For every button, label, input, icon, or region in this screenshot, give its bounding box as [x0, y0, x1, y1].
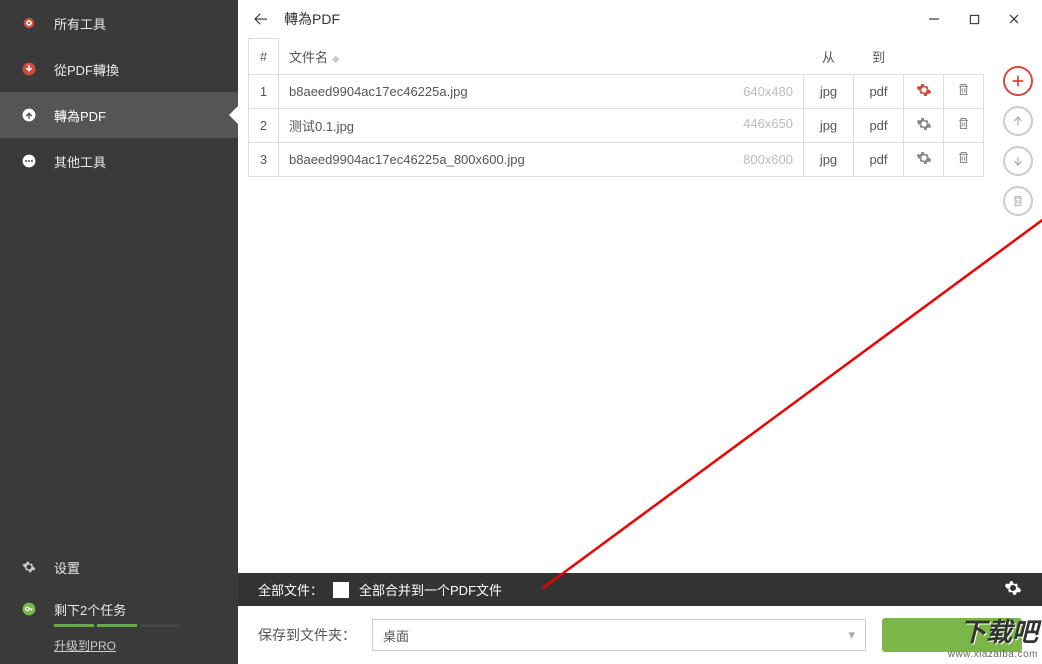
row-filename: b8aeed9904ac17ec46225a_800x600.jpg800x60…	[279, 142, 804, 176]
all-files-label: 全部文件：	[258, 580, 323, 599]
sidebar-item-tasks[interactable]: 剩下2个任务	[0, 588, 238, 624]
col-filename[interactable]: 文件名◆	[279, 39, 724, 75]
sidebar-item-label: 從PDF轉換	[54, 60, 119, 79]
upgrade-link[interactable]: 升级到PRO	[0, 633, 238, 664]
back-button[interactable]	[246, 4, 276, 34]
side-actions	[994, 38, 1042, 573]
col-to[interactable]: 到	[854, 39, 904, 75]
col-from[interactable]: 从	[804, 39, 854, 75]
arrow-down-icon	[18, 58, 40, 80]
move-down-button[interactable]	[1003, 146, 1033, 176]
maximize-button[interactable]	[954, 4, 994, 34]
sidebar: 所有工具 從PDF轉換 轉為PDF 其他工具	[0, 0, 238, 664]
row-delete-button[interactable]	[956, 119, 971, 134]
row-from: jpg	[804, 142, 854, 176]
page-title: 轉為PDF	[284, 9, 340, 29]
sidebar-item-all-tools[interactable]: 所有工具	[0, 0, 238, 46]
add-file-button[interactable]	[1003, 66, 1033, 96]
row-dimensions: 640x480	[743, 84, 793, 99]
row-to: pdf	[854, 142, 904, 176]
row-from: jpg	[804, 74, 854, 108]
sidebar-item-label: 轉為PDF	[54, 106, 106, 125]
minimize-button[interactable]	[914, 4, 954, 34]
row-settings-button[interactable]	[916, 86, 932, 101]
row-to: pdf	[854, 74, 904, 108]
merge-bar: 全部文件： 全部合并到一个PDF文件	[238, 573, 1042, 606]
target-icon	[18, 12, 40, 34]
sidebar-item-from-pdf[interactable]: 從PDF轉換	[0, 46, 238, 92]
row-delete-button[interactable]	[956, 153, 971, 168]
merge-label: 全部合并到一个PDF文件	[359, 580, 502, 599]
table-row[interactable]: 3b8aeed9904ac17ec46225a_800x600.jpg800x6…	[249, 142, 984, 176]
arrow-up-icon	[18, 104, 40, 126]
key-icon	[18, 598, 40, 620]
tasks-progress	[36, 624, 238, 633]
sidebar-item-settings[interactable]: 设置	[0, 546, 238, 588]
file-table: # 文件名◆ 从 到 1b8aeed9904ac17ec46225a.jpg64…	[248, 38, 984, 177]
row-from: jpg	[804, 108, 854, 142]
row-settings-button[interactable]	[916, 120, 932, 135]
sidebar-item-label: 其他工具	[54, 152, 106, 171]
table-row[interactable]: 1b8aeed9904ac17ec46225a.jpg640x480jpgpdf	[249, 74, 984, 108]
row-settings-button[interactable]	[916, 154, 932, 169]
convert-button[interactable]	[882, 618, 1022, 652]
merge-checkbox[interactable]	[333, 582, 349, 598]
row-num: 3	[249, 142, 279, 176]
col-num[interactable]: #	[249, 39, 279, 75]
sidebar-item-label: 设置	[54, 558, 80, 577]
gear-icon	[18, 556, 40, 578]
row-num: 2	[249, 108, 279, 142]
row-to: pdf	[854, 108, 904, 142]
row-dimensions: 800x600	[743, 152, 793, 167]
save-to-label: 保存到文件夹：	[258, 625, 356, 645]
row-num: 1	[249, 74, 279, 108]
sort-icon: ◆	[332, 54, 340, 65]
titlebar: 轉為PDF	[238, 0, 1042, 38]
main-panel: 轉為PDF # 文件名◆ 从 到	[238, 0, 1042, 664]
row-delete-button[interactable]	[956, 85, 971, 100]
sidebar-item-other-tools[interactable]: 其他工具	[0, 138, 238, 184]
table-row[interactable]: 2测试0.1.jpg446x650jpgpdf	[249, 108, 984, 142]
save-location-select[interactable]: 桌面	[372, 619, 866, 651]
merge-settings-button[interactable]	[1004, 579, 1022, 600]
row-filename: 测试0.1.jpg446x650	[279, 108, 804, 142]
sidebar-item-label: 剩下2个任务	[54, 600, 126, 619]
sidebar-item-to-pdf[interactable]: 轉為PDF	[0, 92, 238, 138]
dots-icon	[18, 150, 40, 172]
row-dimensions: 446x650	[743, 116, 793, 131]
save-bar: 保存到文件夹： 桌面	[238, 606, 1042, 664]
close-button[interactable]	[994, 4, 1034, 34]
row-filename: b8aeed9904ac17ec46225a.jpg640x480	[279, 74, 804, 108]
delete-all-button[interactable]	[1003, 186, 1033, 216]
sidebar-item-label: 所有工具	[54, 14, 106, 33]
move-up-button[interactable]	[1003, 106, 1033, 136]
